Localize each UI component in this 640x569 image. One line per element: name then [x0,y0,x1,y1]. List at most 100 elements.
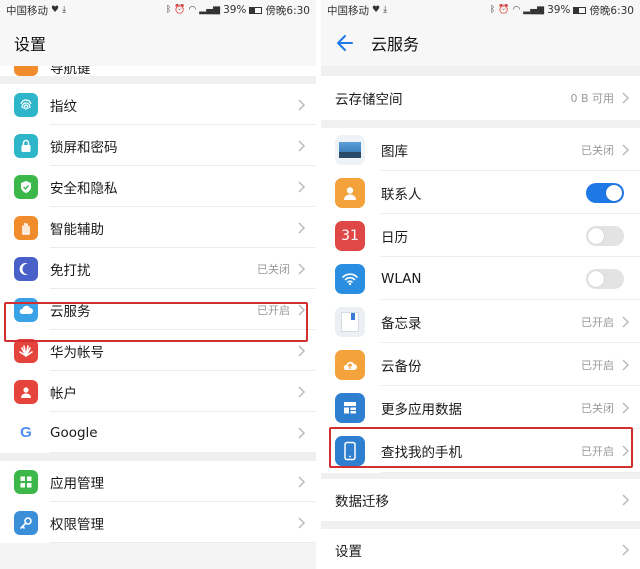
section-divider [0,453,316,461]
moon-icon [14,256,38,281]
bluetooth-icon: ᛒ [165,4,172,15]
contacts-icon [335,177,365,208]
cloud-sync-item-label: 联系人 [381,186,422,203]
chevron-right-icon [622,401,630,414]
hand-icon [14,215,38,240]
data-migration-row[interactable]: 数据迁移 [321,479,640,521]
settings-item-label: 免打扰 [50,262,91,279]
google-icon: G [14,420,38,445]
settings-label: 设置 [335,544,362,560]
heart-icon: ♥ [51,4,60,15]
settings-item-value: 已关闭 [257,262,290,276]
carrier-label-right: 中国移动 [327,4,369,17]
data-migration-label: 数据迁移 [335,494,389,510]
cloud-sync-item[interactable]: 云备份 已开启 [321,343,640,386]
find-phone-icon [335,436,365,466]
chevron-right-icon [298,475,306,488]
settings-item[interactable]: 华为帐号 [0,330,316,371]
settings-item-label: 帐户 [50,385,77,402]
wifi-icon: ◠ [512,4,521,15]
sync-toggle[interactable] [586,268,624,289]
cloud-sync-item[interactable]: 31 日历 [321,214,640,257]
download-icon: ⤓ [383,4,388,15]
notes-icon [335,306,365,337]
section-divider [0,76,316,84]
sync-toggle[interactable] [586,225,624,246]
sync-toggle[interactable] [586,182,624,203]
cloud-sync-item[interactable]: 联系人 [321,171,640,214]
shield-icon [14,174,38,199]
chevron-right-icon [298,221,306,234]
cloud-storage-row[interactable]: 云存储空间 0 B 可用 [321,76,640,120]
partial-list-item[interactable]: 导航键 [0,66,316,76]
battery-percent-right: 39% [547,4,571,16]
cloud-sync-item-label: 云备份 [381,358,422,375]
page-title-bar: 设置 [0,20,316,66]
apps-icon [14,469,38,494]
cloud-sync-item-value: 已关闭 [581,143,614,157]
cloud-icon [14,297,38,322]
back-arrow-icon[interactable] [335,31,359,55]
more-data-icon [335,392,365,423]
page-title: 设置 [14,35,47,54]
settings-item[interactable]: 锁屏和密码 [0,125,316,166]
settings-item-label: 华为帐号 [50,344,104,361]
huawei-icon [14,338,38,363]
settings-item[interactable]: 指纹 [0,84,316,125]
signal-icon: ▂▄▆ [523,4,545,15]
chevron-right-icon [622,315,630,328]
settings-screen: 中国移动 ♥ ⤓ ᛒ ⏰ ◠ ▂▄▆ 39% 傍晚6:30 设置 导航键 指纹锁… [0,0,316,569]
bluetooth-icon: ᛒ [489,4,496,15]
signal-icon: ▂▄▆ [199,4,221,15]
settings-item[interactable]: G Google [0,412,316,453]
cloud-sync-item[interactable]: 更多应用数据 已关闭 [321,386,640,429]
cloud-sync-item-label: 备忘录 [381,315,422,332]
section-divider [321,66,640,76]
settings-item[interactable]: 智能辅助 [0,207,316,248]
settings-item-label: 安全和隐私 [50,180,118,197]
settings-item[interactable]: 帐户 [0,371,316,412]
chevron-right-icon [298,98,306,111]
status-bar: 中国移动 ♥ ⤓ ᛒ ⏰ ◠ ▂▄▆ 39% 傍晚6:30 [0,0,316,20]
chevron-right-icon [298,426,306,439]
settings-item-label: 智能辅助 [50,221,104,238]
status-bar-right: 中国移动 ♥ ⤓ ᛒ ⏰ ◠ ▂▄▆ 39% 傍晚6:30 [321,0,640,20]
cloud-sync-item[interactable]: 查找我的手机 已开启 [321,429,640,473]
settings-row[interactable]: 设置 [321,529,640,569]
settings-item-label: 云服务 [50,303,91,320]
cloud-sync-item-label: 查找我的手机 [381,445,462,461]
clock-right: 傍晚6:30 [589,4,634,17]
wlan-icon [335,263,365,294]
settings-list: 指纹锁屏和密码安全和隐私智能辅助免打扰 已关闭云服务 已开启华为帐号帐户 G Googl… [0,84,316,543]
fingerprint-icon [14,92,38,117]
chevron-right-icon [298,303,306,316]
settings-item[interactable]: 应用管理 [0,461,316,502]
cloud-sync-item-label: 图库 [381,143,408,160]
cloud-sync-item-value: 已关闭 [581,401,614,415]
chevron-right-icon [298,516,306,529]
cloud-storage-value: 0 B 可用 [570,92,614,105]
chevron-right-icon [622,92,630,104]
settings-item-label: 锁屏和密码 [50,139,118,156]
account-icon [14,379,38,404]
settings-item[interactable]: 安全和隐私 [0,166,316,207]
lock-icon [14,133,38,158]
settings-item[interactable]: 权限管理 [0,502,316,543]
cloud-sync-item-value: 已开启 [581,358,614,372]
alarm-icon: ⏰ [174,4,186,15]
cloud-storage-label: 云存储空间 [335,92,403,108]
settings-item[interactable]: 免打扰 已关闭 [0,248,316,289]
key-icon [14,510,38,535]
alarm-icon: ⏰ [498,4,510,15]
section-divider [321,521,640,529]
settings-item-label: Google [50,424,98,441]
row-divider [50,542,316,543]
cloud-sync-item[interactable]: 图库 已关闭 [321,128,640,171]
cloud-sync-item[interactable]: 备忘录 已开启 [321,300,640,343]
battery-icon [249,6,263,14]
calendar-icon: 31 [335,220,365,251]
chevron-right-icon [622,494,630,506]
row-divider [381,472,640,473]
settings-item[interactable]: 云服务 已开启 [0,289,316,330]
cloud-sync-item[interactable]: WLAN [321,257,640,300]
